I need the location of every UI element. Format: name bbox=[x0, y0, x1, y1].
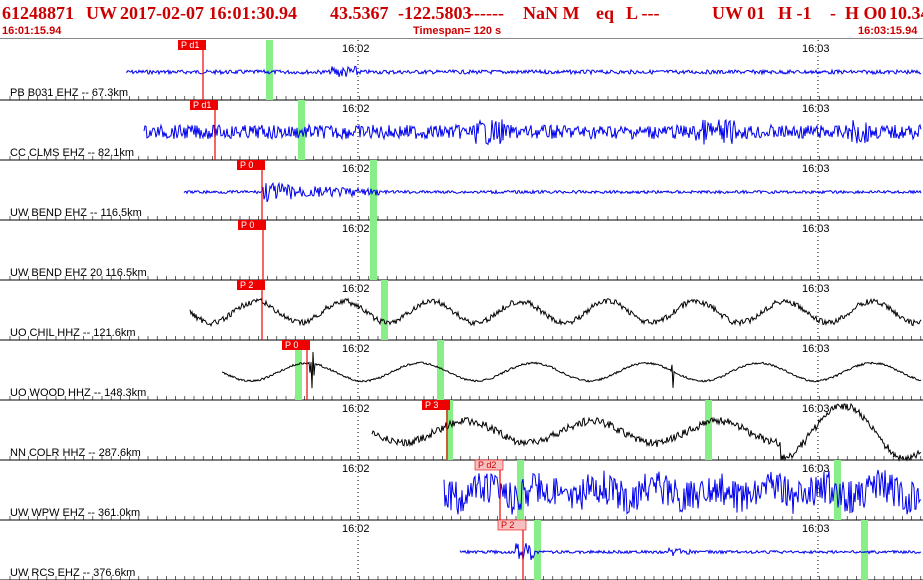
seismic-trace bbox=[221, 351, 922, 389]
channel-label: UW WPW EHZ -- 361.0km bbox=[10, 507, 140, 519]
analysis-window-marker bbox=[370, 220, 377, 280]
seismic-trace bbox=[143, 118, 922, 146]
phase-pick-label: P d1 bbox=[193, 100, 211, 110]
channel-label: PB B031 EHZ -- 67.3km bbox=[10, 87, 128, 99]
channel-label: CC CLMS EHZ -- 82.1km bbox=[10, 147, 134, 159]
phase-pick-label: P 0 bbox=[241, 220, 254, 230]
minute-tick-label: 16:03 bbox=[802, 103, 830, 115]
minute-tick-label: 16:03 bbox=[802, 283, 830, 295]
minute-tick-label: 16:03 bbox=[802, 163, 830, 175]
phase-pick-label: P 2 bbox=[501, 520, 514, 530]
minute-tick-label: 16:02 bbox=[342, 523, 370, 535]
phase-pick-label: P 2 bbox=[240, 280, 253, 290]
phase-pick-label: P 0 bbox=[240, 160, 253, 170]
seismic-trace bbox=[459, 543, 922, 561]
minute-tick-label: 16:03 bbox=[802, 343, 830, 355]
minute-tick-label: 16:02 bbox=[342, 43, 370, 55]
minute-tick-label: 16:02 bbox=[342, 223, 370, 235]
minute-tick-label: 16:02 bbox=[342, 343, 370, 355]
channel-label: UW RCS EHZ -- 376.6km bbox=[10, 567, 135, 579]
minute-tick-label: 16:03 bbox=[802, 403, 830, 415]
waveform-panel[interactable]: 16:02 16:03 P d1 PB B031 EHZ -- 67.3km 16:02… bbox=[0, 0, 923, 580]
minute-tick-label: 16:02 bbox=[342, 163, 370, 175]
seismic-trace bbox=[371, 402, 921, 462]
seismic-trace bbox=[189, 297, 922, 327]
minute-tick-label: 16:03 bbox=[802, 523, 830, 535]
minute-tick-label: 16:03 bbox=[802, 43, 830, 55]
minute-tick-label: 16:03 bbox=[802, 223, 830, 235]
phase-pick-label: P d2 bbox=[478, 460, 496, 470]
phase-pick-label: P 3 bbox=[425, 400, 438, 410]
analysis-window-marker bbox=[517, 460, 524, 520]
seismic-trace bbox=[125, 65, 922, 78]
channel-label: UO CHIL HHZ -- 121.6km bbox=[10, 327, 136, 339]
channel-label: UW BEND EHZ 20 116.5km bbox=[10, 267, 147, 279]
minute-tick-label: 16:02 bbox=[342, 283, 370, 295]
phase-pick-label: P d1 bbox=[181, 40, 199, 50]
analysis-window-marker bbox=[534, 520, 541, 580]
minute-tick-label: 16:02 bbox=[342, 403, 370, 415]
analysis-window-marker bbox=[861, 520, 868, 580]
analysis-window-marker bbox=[381, 280, 388, 340]
minute-tick-label: 16:02 bbox=[342, 103, 370, 115]
channel-label: UW BEND EHZ -- 116.5km bbox=[10, 207, 142, 219]
seismic-trace bbox=[443, 469, 922, 515]
channel-label: UO WOOD HHZ -- 148.3km bbox=[10, 387, 146, 399]
seismic-trace bbox=[183, 181, 922, 203]
analysis-window-marker bbox=[266, 40, 273, 100]
phase-pick-label: P 0 bbox=[285, 340, 298, 350]
analysis-window-marker bbox=[705, 400, 712, 460]
channel-label: NN COLR HHZ -- 287.6km bbox=[10, 447, 141, 459]
minute-tick-label: 16:03 bbox=[802, 463, 830, 475]
minute-tick-label: 16:02 bbox=[342, 463, 370, 475]
